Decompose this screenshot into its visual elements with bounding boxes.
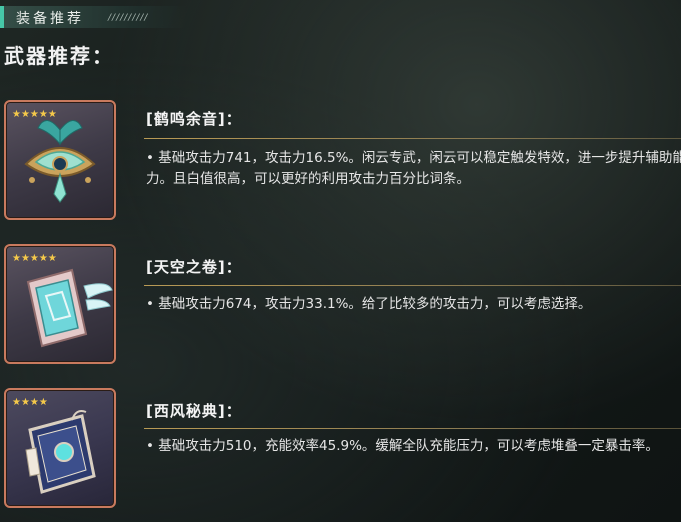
page-title: 武器推荐： [4, 44, 114, 68]
weapon-description: • 基础攻击力741，攻击力16.5%。闲云专武，闲云可以稳定触发特效，进一步提… [146, 150, 681, 187]
weapon-description: • 基础攻击力510，充能效率45.9%。缓解全队充能压力，可以考虑堆叠一定暴击… [146, 438, 659, 454]
catalyst-ornament-icon [24, 120, 96, 203]
weapon-description: • 基础攻击力674，攻击力33.1%。给了比较多的攻击力，可以考虑选择。 [146, 296, 592, 312]
section-divider [144, 428, 681, 429]
section-tab-label: 装备推荐 [16, 11, 84, 27]
weapon-card-1: ★★★★★ [4, 100, 116, 220]
section-divider [144, 285, 681, 286]
section-divider [144, 138, 681, 139]
weapon-name: [鹤鸣余音]： [146, 110, 242, 128]
weapon-card-3: ★★★★ [4, 388, 116, 508]
section-tab-equipment: 装备推荐 ////////// [0, 6, 186, 28]
weapon-name: [天空之卷]： [146, 258, 242, 276]
weapon-card-2: ★★★★★ [4, 244, 116, 364]
weapon-name: [西风秘典]： [146, 402, 242, 420]
codex-catalyst-icon [25, 410, 96, 494]
book-catalyst-icon [26, 268, 113, 348]
section-tab-decoration: ////////// [108, 13, 149, 23]
